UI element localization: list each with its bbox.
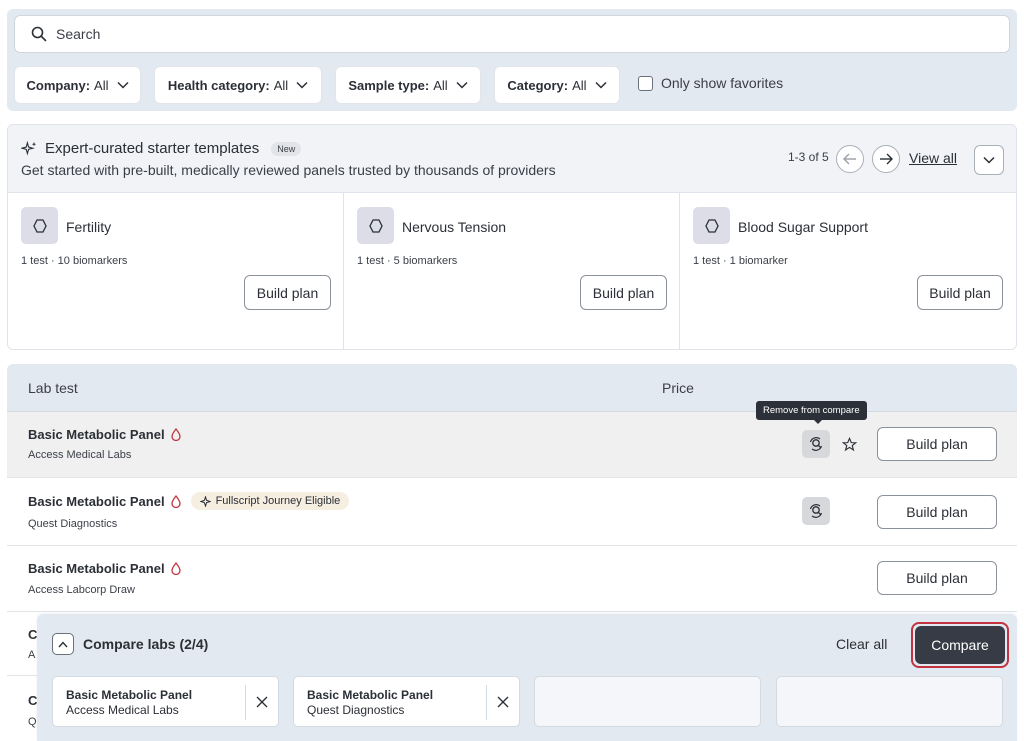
company-filter[interactable]: Company: All: [14, 66, 141, 104]
favorites-label: Only show favorites: [661, 75, 784, 91]
template-meta: 1 test · 1 biomarker: [693, 255, 788, 267]
templates-title: Expert-curated starter templates New: [21, 140, 302, 157]
new-badge: New: [271, 141, 302, 156]
sparkle-icon: [199, 495, 211, 507]
view-all-link[interactable]: View all: [909, 150, 957, 166]
hexagon-icon: [357, 207, 394, 244]
build-plan-button[interactable]: Build plan: [244, 275, 331, 310]
search-placeholder: Search: [56, 26, 101, 42]
collapse-templates-button[interactable]: [974, 145, 1004, 175]
hexagon-icon: [693, 207, 730, 244]
arrow-right-icon: [880, 153, 893, 165]
build-plan-button[interactable]: Build plan: [877, 427, 997, 461]
column-price: Price: [662, 380, 694, 396]
build-plan-button[interactable]: Build plan: [877, 495, 997, 529]
table-row[interactable]: Basic Metabolic Panel Access Medical Lab…: [7, 412, 1017, 478]
blood-drop-icon: [170, 428, 181, 441]
compare-slot: Basic Metabolic Panel Access Medical Lab…: [52, 676, 279, 727]
compare-toggle-icon[interactable]: [802, 497, 830, 525]
expand-tray-button[interactable]: [52, 633, 74, 655]
row-title: Basic Metabolic Panel: [28, 561, 181, 576]
starter-templates-section: Expert-curated starter templates New Get…: [7, 124, 1017, 350]
clear-all-button[interactable]: Clear all: [836, 636, 887, 652]
sparkle-icon: [21, 140, 37, 156]
journey-eligible-badge: Fullscript Journey Eligible: [190, 492, 350, 510]
templates-subtitle: Get started with pre-built, medically re…: [21, 162, 556, 178]
hexagon-icon: [21, 207, 58, 244]
sample-type-filter[interactable]: Sample type: All: [335, 66, 481, 104]
arrow-left-icon: [843, 153, 856, 165]
slot-test-name: Basic Metabolic Panel: [66, 688, 193, 702]
chevron-down-icon: [983, 156, 995, 164]
slot-divider: [245, 685, 246, 720]
close-icon[interactable]: [495, 694, 511, 710]
favorites-checkbox[interactable]: [638, 75, 653, 91]
chevron-down-icon: [595, 81, 607, 89]
template-card-blood-sugar-support: Blood Sugar Support 1 test · 1 biomarker…: [680, 193, 1016, 349]
template-card-nervous-tension: Nervous Tension 1 test · 5 biomarkers Bu…: [344, 193, 680, 349]
search-input[interactable]: Search: [14, 15, 1010, 53]
previous-button[interactable]: [836, 145, 864, 173]
compare-button[interactable]: Compare: [915, 626, 1005, 664]
column-lab-test: Lab test: [28, 380, 78, 396]
row-title: C: [28, 627, 38, 642]
templates-pager: 1-3 of 5: [788, 150, 829, 164]
slot-divider: [486, 685, 487, 720]
chevron-down-icon: [116, 81, 129, 89]
search-icon: [31, 26, 47, 42]
filter-panel: Search Company: All Health category: All S…: [7, 9, 1017, 111]
row-title: Basic Metabolic Panel: [28, 427, 181, 442]
health-category-filter[interactable]: Health category: All: [154, 66, 322, 104]
compare-toggle-icon[interactable]: [802, 430, 830, 458]
compare-slot: Basic Metabolic Panel Quest Diagnostics: [293, 676, 520, 727]
remove-from-compare-tooltip: Remove from compare: [756, 401, 867, 424]
favorites-toggle[interactable]: Only show favorites: [638, 75, 783, 91]
chevron-down-icon: [456, 81, 468, 89]
empty-compare-slot: [534, 676, 761, 727]
build-plan-button[interactable]: Build plan: [877, 561, 997, 595]
category-filter[interactable]: Category: All: [494, 66, 620, 104]
row-lab: A: [28, 649, 36, 661]
row-title: C: [28, 693, 38, 708]
build-plan-button[interactable]: Build plan: [580, 275, 667, 310]
empty-compare-slot: [776, 676, 1003, 727]
template-card-fertility: Fertility 1 test · 10 biomarkers Build p…: [8, 193, 344, 349]
template-meta: 1 test · 10 biomarkers: [21, 255, 128, 267]
slot-lab-name: Access Medical Labs: [66, 703, 179, 717]
template-meta: 1 test · 5 biomarkers: [357, 255, 458, 267]
next-button[interactable]: [872, 145, 900, 173]
compare-title: Compare labs (2/4): [83, 636, 209, 652]
row-title: Basic Metabolic Panel Fullscript Journey…: [28, 492, 350, 510]
table-row[interactable]: Basic Metabolic Panel Fullscript Journey…: [7, 478, 1017, 546]
slot-test-name: Basic Metabolic Panel: [307, 688, 434, 702]
chevron-up-icon: [58, 640, 68, 647]
blood-drop-icon: [170, 494, 181, 508]
template-name: Blood Sugar Support: [738, 219, 868, 235]
compare-tray: Compare labs (2/4) Clear all Compare Bas…: [37, 614, 1017, 741]
table-row[interactable]: Basic Metabolic Panel Access Labcorp Dra…: [7, 546, 1017, 612]
close-icon[interactable]: [254, 694, 270, 710]
row-lab: Quest Diagnostics: [28, 518, 118, 530]
row-lab: Q: [28, 716, 37, 728]
star-icon[interactable]: [840, 435, 858, 453]
templates-header: Expert-curated starter templates New Get…: [8, 125, 1016, 193]
blood-drop-icon: [170, 562, 181, 575]
row-lab: Access Labcorp Draw: [28, 584, 135, 596]
template-name: Nervous Tension: [402, 219, 507, 235]
build-plan-button[interactable]: Build plan: [917, 275, 1003, 310]
chevron-down-icon: [296, 81, 308, 89]
slot-lab-name: Quest Diagnostics: [307, 703, 405, 717]
row-lab: Access Medical Labs: [28, 449, 132, 461]
template-name: Fertility: [66, 219, 112, 235]
